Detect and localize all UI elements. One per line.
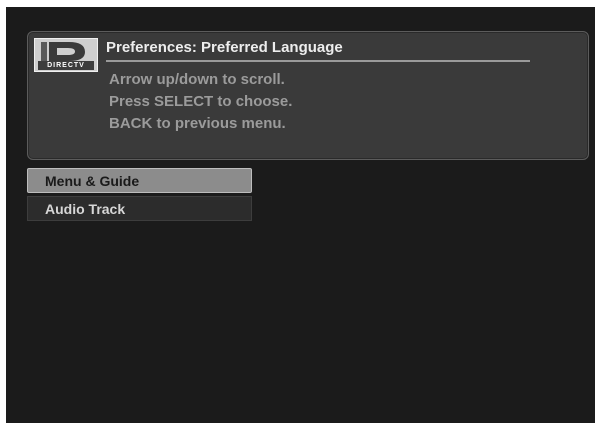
directv-logo-icon: DIRECTV xyxy=(34,38,98,72)
tv-screen: DIRECTV Preferences: Preferred Language … xyxy=(6,7,595,423)
instructions: Arrow up/down to scroll. Press SELECT to… xyxy=(109,69,292,135)
instruction-line: Press SELECT to choose. xyxy=(109,93,293,110)
header-panel: DIRECTV Preferences: Preferred Language … xyxy=(27,31,589,160)
language-menu: Menu & Guide Audio Track xyxy=(27,168,252,224)
page-title: Preferences: Preferred Language xyxy=(106,39,343,56)
directv-logo-mark xyxy=(41,42,85,61)
logo-text: DIRECTV xyxy=(38,61,94,70)
menu-item-menu-guide[interactable]: Menu & Guide xyxy=(27,168,252,193)
instruction-line: BACK to previous menu. xyxy=(109,115,286,132)
instruction-line: Arrow up/down to scroll. xyxy=(109,71,285,88)
menu-item-audio-track[interactable]: Audio Track xyxy=(27,196,252,221)
title-divider xyxy=(106,60,530,62)
